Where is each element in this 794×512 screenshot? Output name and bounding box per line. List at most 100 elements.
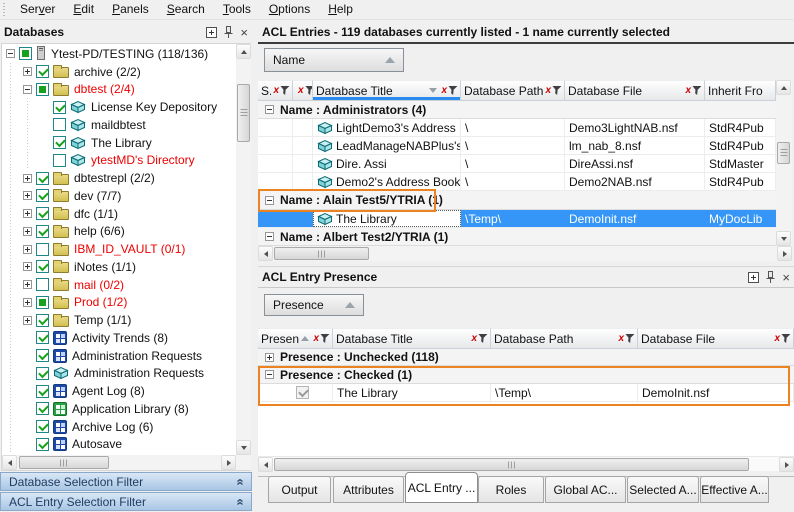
cell[interactable] bbox=[258, 137, 293, 154]
tree-checkbox[interactable] bbox=[36, 438, 49, 451]
tree-vertical-scrollbar[interactable] bbox=[236, 44, 251, 455]
collapse-minus-icon[interactable] bbox=[265, 196, 274, 205]
cell[interactable] bbox=[258, 210, 293, 227]
scroll-thumb[interactable] bbox=[777, 142, 790, 164]
column-header-database-title[interactable]: Database Titlex bbox=[313, 80, 461, 101]
tree-item[interactable]: Agent Log (8) bbox=[2, 382, 235, 400]
tree-checkbox[interactable] bbox=[53, 136, 66, 149]
cell[interactable]: Demo3LightNAB.nsf bbox=[565, 119, 705, 136]
tree-item[interactable]: Prod (1/2) bbox=[2, 294, 235, 312]
tree-item[interactable]: iNotes (1/1) bbox=[2, 258, 235, 276]
cell[interactable]: StdR4Pub bbox=[705, 119, 776, 136]
tree-checkbox[interactable] bbox=[36, 331, 49, 344]
scroll-thumb[interactable] bbox=[237, 84, 250, 142]
cell[interactable] bbox=[293, 137, 313, 154]
group-by-name-dropdown[interactable]: Name bbox=[264, 48, 404, 72]
presence-row[interactable]: The Library\Temp\DemoInit.nsf bbox=[258, 384, 794, 402]
tree-checkbox[interactable] bbox=[36, 83, 49, 96]
tree-checkbox[interactable] bbox=[36, 420, 49, 433]
expand-plus-icon[interactable] bbox=[23, 262, 32, 271]
tab-acl-entry[interactable]: ACL Entry ... bbox=[405, 472, 478, 503]
acl-horizontal-scrollbar[interactable] bbox=[258, 246, 792, 261]
cell[interactable]: DemoInit.nsf bbox=[565, 210, 705, 227]
scroll-up-arrow[interactable] bbox=[776, 80, 791, 95]
cell[interactable]: StdMaster bbox=[705, 155, 776, 172]
cell[interactable] bbox=[293, 119, 313, 136]
filter-icon[interactable]: x bbox=[273, 86, 289, 95]
expand-plus-icon[interactable] bbox=[23, 191, 32, 200]
expand-plus-icon[interactable] bbox=[23, 67, 32, 76]
tree-checkbox[interactable] bbox=[36, 296, 49, 309]
column-header-database-file[interactable]: Database Filex bbox=[638, 328, 794, 349]
tree-checkbox[interactable] bbox=[36, 402, 49, 415]
filter-icon[interactable]: x bbox=[313, 334, 329, 343]
tree-item[interactable]: dfc (1/1) bbox=[2, 205, 235, 223]
tree-item[interactable]: Administration Requests bbox=[2, 347, 235, 365]
scroll-down-arrow[interactable] bbox=[776, 231, 791, 246]
tree-item[interactable]: dbtest (2/4) bbox=[2, 81, 235, 99]
cell[interactable] bbox=[258, 119, 293, 136]
acl-entry-row[interactable]: Demo2's Address Book\Demo2NAB.nsfStdR4Pu… bbox=[258, 173, 776, 191]
collapse-minus-icon[interactable] bbox=[23, 85, 32, 94]
tab-global-ac[interactable]: Global AC... bbox=[545, 476, 626, 503]
cell[interactable]: DireAssi.nsf bbox=[565, 155, 705, 172]
cell[interactable]: \Temp\ bbox=[461, 210, 565, 227]
column-header-presence[interactable]: Presencex bbox=[258, 328, 333, 349]
acl-entry-row[interactable]: Dire. Assi\DireAssi.nsfStdMaster bbox=[258, 155, 776, 173]
expand-plus-icon[interactable] bbox=[23, 245, 32, 254]
scroll-left-arrow[interactable] bbox=[258, 246, 273, 261]
bottom-horizontal-scrollbar[interactable] bbox=[258, 456, 794, 471]
collapse-chevron-icon[interactable]: » bbox=[234, 498, 244, 505]
database-title-cell[interactable]: Dire. Assi bbox=[313, 155, 461, 172]
collapse-minus-icon[interactable] bbox=[6, 49, 15, 58]
acl-entry-selection-filter-bar[interactable]: ACL Entry Selection Filter » bbox=[0, 492, 252, 511]
tree-item[interactable]: Ytest-PD/TESTING (118/136) bbox=[2, 45, 235, 63]
menu-item-panels[interactable]: Panels bbox=[103, 0, 158, 18]
cell[interactable]: \ bbox=[461, 137, 565, 154]
group-header-row[interactable]: Presence : Unchecked (118) bbox=[258, 349, 794, 366]
cell[interactable]: StdR4Pub bbox=[705, 137, 776, 154]
database-title-cell[interactable]: LeadManageNABPlus's A... bbox=[313, 137, 461, 154]
cell[interactable] bbox=[258, 173, 293, 190]
tree-item[interactable]: dev (7/7) bbox=[2, 187, 235, 205]
column-header-database-path[interactable]: Database Pathx bbox=[461, 80, 565, 101]
scroll-down-arrow[interactable] bbox=[236, 440, 251, 455]
pin-icon[interactable] bbox=[224, 26, 233, 39]
filter-icon[interactable]: x bbox=[618, 334, 634, 343]
pin-icon[interactable] bbox=[766, 271, 775, 284]
scroll-right-arrow[interactable] bbox=[777, 246, 792, 261]
tree-checkbox[interactable] bbox=[53, 118, 66, 131]
menu-item-search[interactable]: Search bbox=[158, 0, 214, 18]
cell[interactable] bbox=[293, 173, 313, 190]
cell[interactable]: DemoInit.nsf bbox=[638, 384, 794, 401]
group-header-row[interactable]: Name : Alain Test5/YTRIA (1) bbox=[258, 191, 776, 210]
cell[interactable] bbox=[293, 210, 313, 227]
cell[interactable]: Demo2NAB.nsf bbox=[565, 173, 705, 190]
tree-item[interactable]: ytestMD's Directory bbox=[2, 152, 235, 170]
expand-plus-icon[interactable] bbox=[23, 227, 32, 236]
tree-checkbox[interactable] bbox=[19, 47, 32, 60]
cell[interactable]: \Temp\ bbox=[491, 384, 638, 401]
tab-selected-a[interactable]: Selected A... bbox=[627, 476, 699, 503]
tree-checkbox[interactable] bbox=[36, 367, 49, 380]
tree-item[interactable]: maildbtest bbox=[2, 116, 235, 134]
menu-item-tools[interactable]: Tools bbox=[214, 0, 260, 18]
tab-effective-a[interactable]: Effective A... bbox=[700, 476, 769, 503]
tree-item[interactable]: License Key Depository bbox=[2, 98, 235, 116]
scroll-thumb[interactable] bbox=[19, 456, 109, 469]
tree-checkbox[interactable] bbox=[36, 314, 49, 327]
expand-plus-icon[interactable] bbox=[23, 316, 32, 325]
cell[interactable]: lm_nab_8.nsf bbox=[565, 137, 705, 154]
filter-icon[interactable]: x bbox=[298, 86, 313, 95]
tree-horizontal-scrollbar[interactable] bbox=[2, 455, 251, 470]
scroll-right-arrow[interactable] bbox=[221, 455, 236, 470]
menu-item-help[interactable]: Help bbox=[319, 0, 362, 18]
tree-item[interactable]: archive (2/2) bbox=[2, 63, 235, 81]
presence-cell[interactable] bbox=[258, 384, 333, 401]
database-title-cell[interactable]: LightDemo3's Address Bo... bbox=[313, 119, 461, 136]
scroll-left-arrow[interactable] bbox=[258, 457, 273, 472]
menu-item-edit[interactable]: Edit bbox=[64, 0, 103, 18]
database-title-cell[interactable]: The Library bbox=[313, 210, 461, 227]
tab-attributes[interactable]: Attributes bbox=[333, 476, 404, 503]
filter-icon[interactable]: x bbox=[774, 334, 790, 343]
